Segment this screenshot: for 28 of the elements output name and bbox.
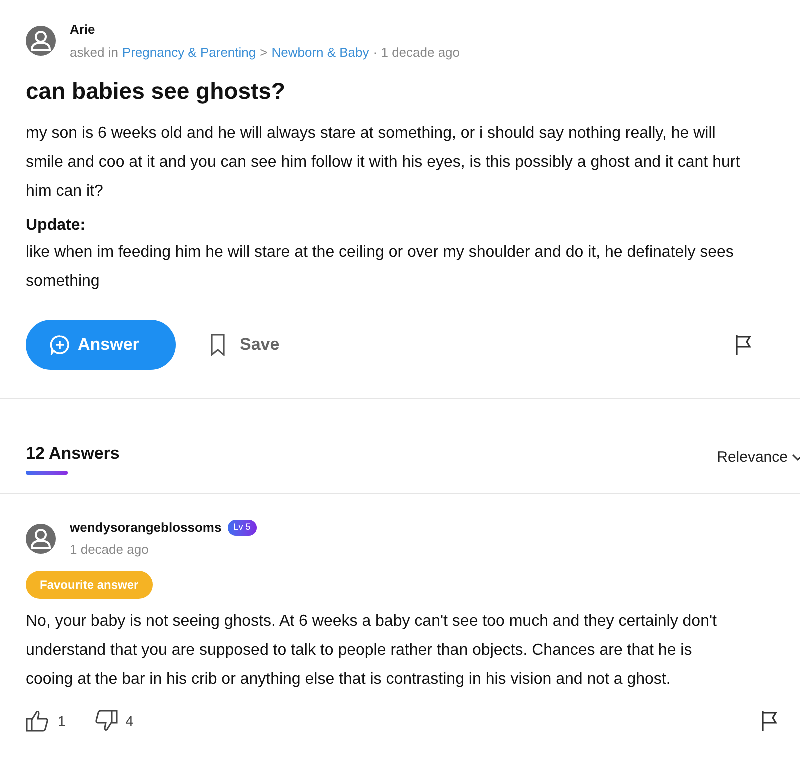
chevron-down-icon: [792, 454, 800, 462]
thumbs-up-icon: [26, 710, 50, 732]
favourite-badge: Favourite answer: [26, 571, 153, 599]
question-time: · 1 decade ago: [373, 44, 460, 62]
update-label: Update:: [26, 216, 87, 236]
answerer-name[interactable]: wendysorangeblossoms: [70, 518, 222, 538]
thumbs-down-icon: [94, 710, 118, 732]
flag-icon[interactable]: [734, 334, 754, 356]
plus-bubble-icon: [50, 334, 70, 354]
answer-text: No, your baby is not seeing ghosts. At 6 weeks a baby can't see too much and they certainly don't understand that you are supposed to talk to people rather than objects. Chances are that he is cooing at the bar in his crib or anything else that is contrasting in his vision and not a ghost.: [26, 612, 718, 690]
update-text: like when im feeding him he will stare at the ceiling or over my shoulder and do it, he definately sees something: [26, 242, 735, 292]
active-underline: [26, 471, 68, 475]
question-body: my son is 6 weeks old and he will always stare at something, or i should say nothing really, he will smile and coo at it and you can see him follow it with his eyes, is this possibly a ghost and it cant hurt him can it?: [26, 124, 742, 202]
asked-in-label: asked in: [70, 44, 118, 62]
sort-dropdown[interactable]: Relevance: [717, 446, 800, 469]
author-name[interactable]: Arie: [70, 20, 460, 40]
avatar-icon: [26, 524, 56, 554]
question-title: can babies see ghosts?: [26, 77, 286, 106]
like-button[interactable]: 1: [26, 710, 66, 732]
answers-count: 12 Answers: [26, 442, 120, 464]
level-badge: Lv 5: [228, 520, 257, 536]
flag-icon[interactable]: [760, 710, 780, 732]
avatar-icon: [26, 26, 56, 56]
save-button[interactable]: Save: [210, 332, 280, 358]
breadcrumb-separator: >: [260, 44, 268, 62]
answer-time: 1 decade ago: [70, 540, 150, 559]
dislike-button[interactable]: 4: [94, 710, 134, 732]
bookmark-icon: [210, 334, 226, 356]
